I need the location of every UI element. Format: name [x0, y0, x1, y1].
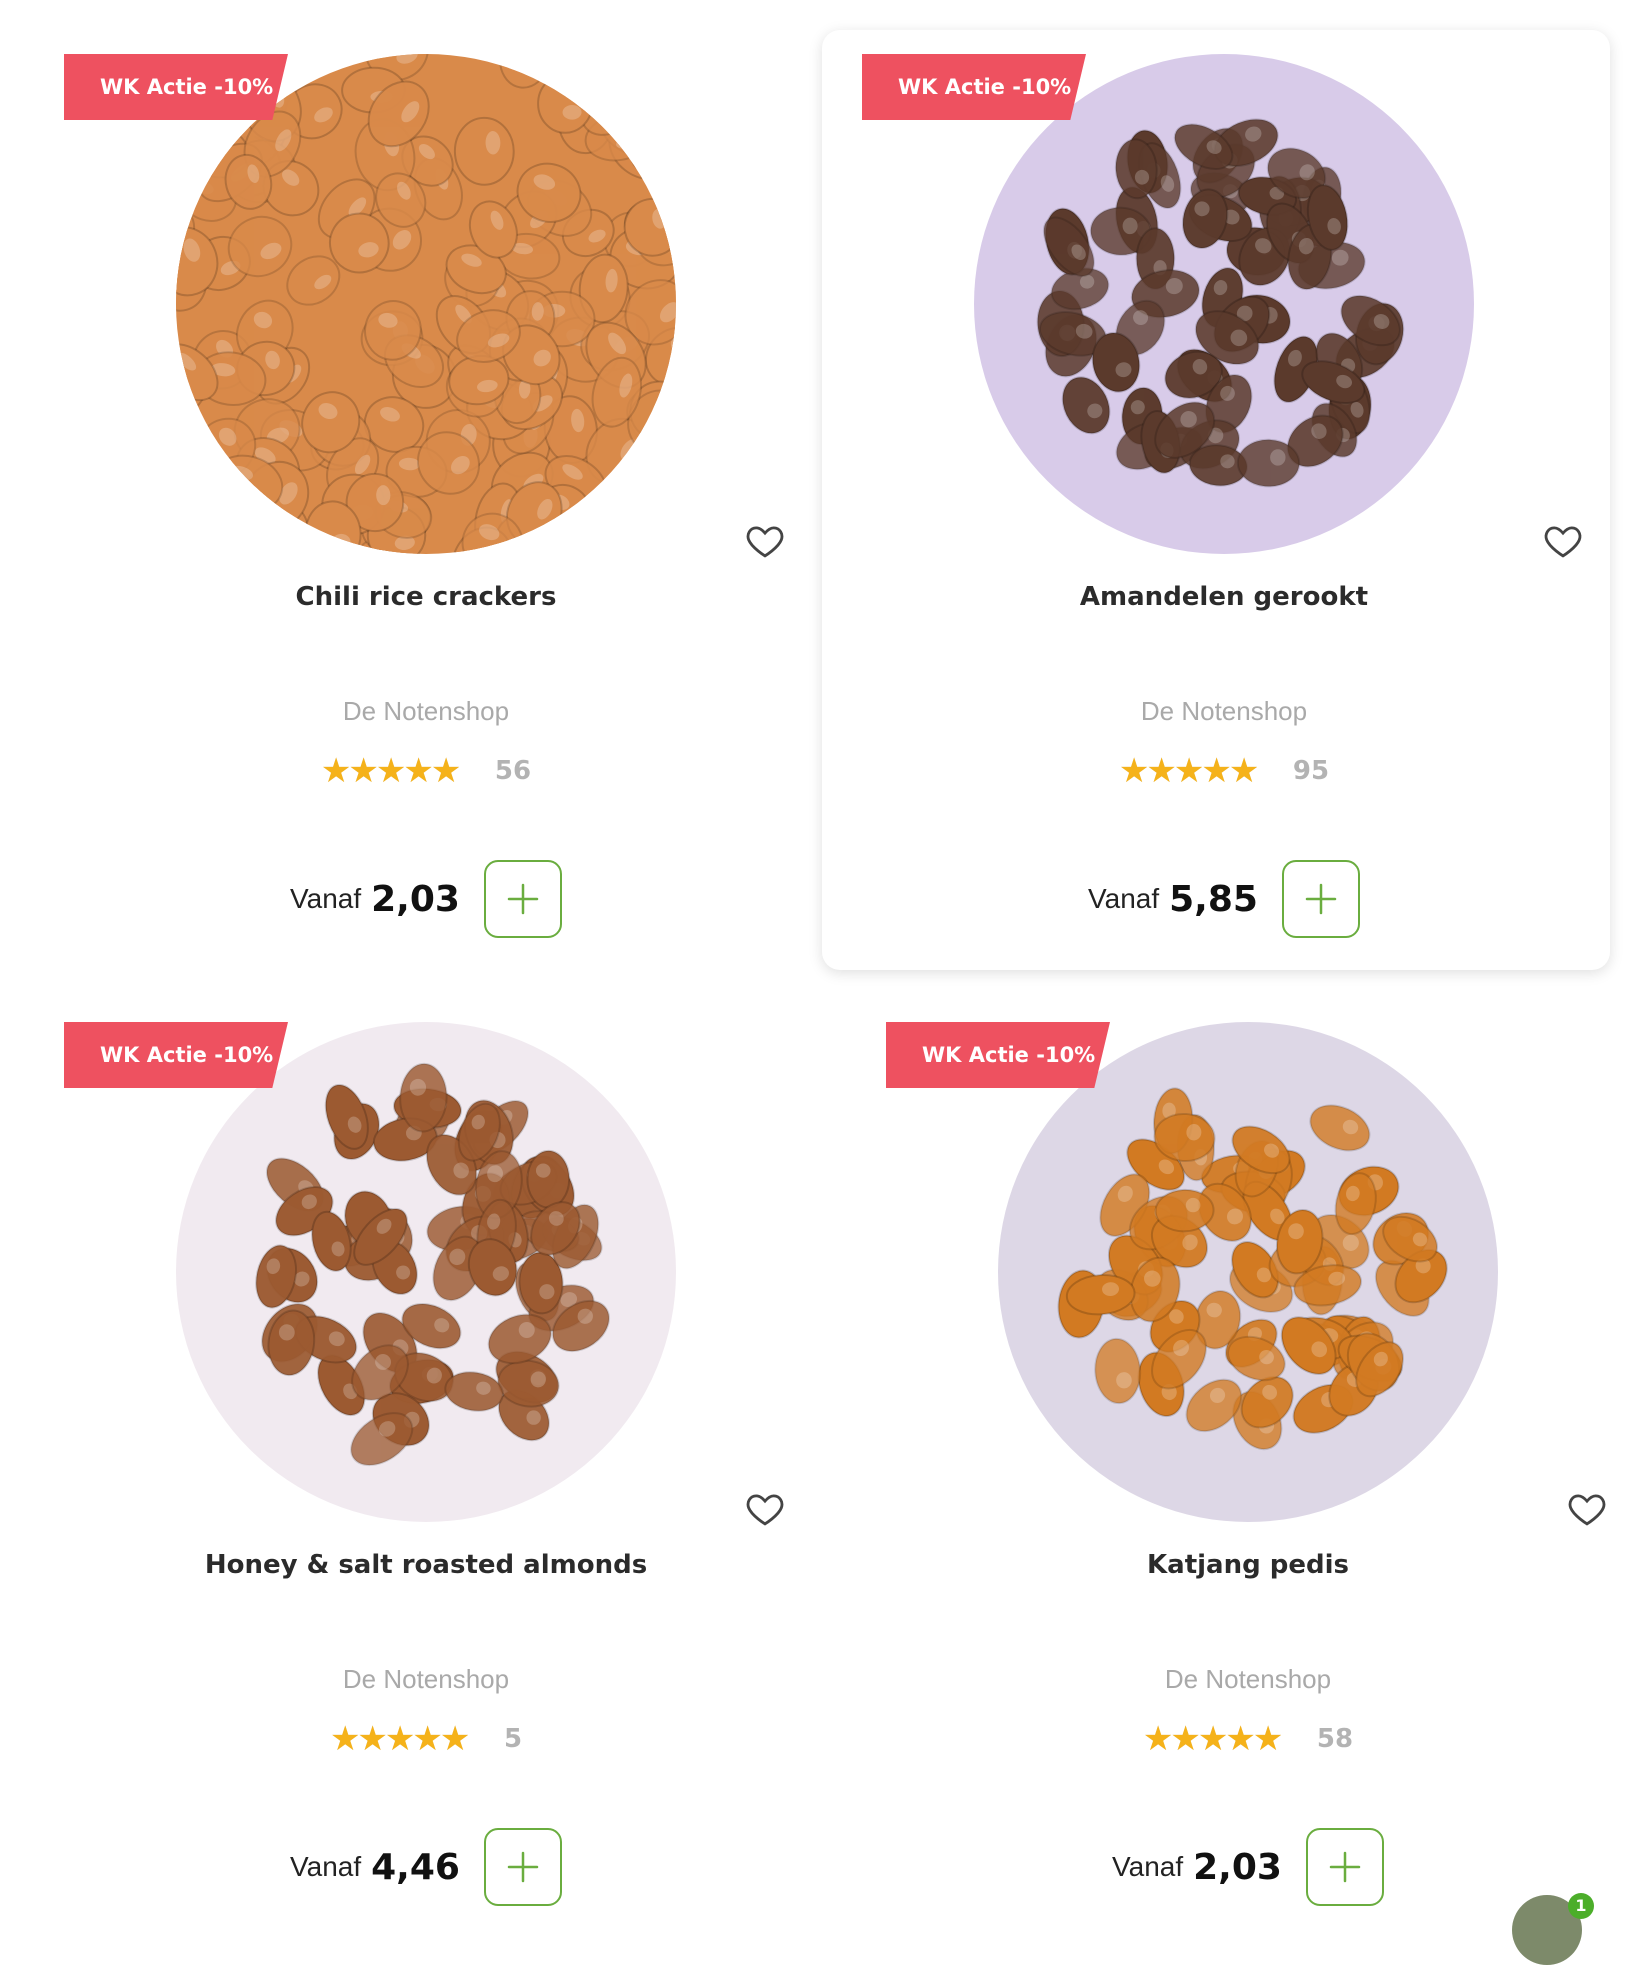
product-title[interactable]: Chili rice crackers: [0, 582, 852, 612]
promo-badge: WK Actie -10%: [862, 54, 1086, 120]
star-rating-icon: ★★★★★ ★★★★★: [329, 1722, 470, 1756]
rating-row: ★★★★★ ★★★★★ 5: [0, 1722, 852, 1756]
smoked-almonds-photo[interactable]: [974, 54, 1474, 554]
product-title[interactable]: Katjang pedis: [822, 1550, 1640, 1580]
price-value: 5,85: [1169, 878, 1258, 920]
honey-salt-almonds-photo[interactable]: [176, 1022, 676, 1522]
price-prefix: Vanaf: [1088, 883, 1160, 914]
product-card[interactable]: WK Actie -10% Amandelen gerookt De Noten…: [822, 30, 1610, 970]
product-card[interactable]: WK Actie -10% Katjang pedis De Notenshop…: [822, 968, 1610, 1908]
price-value: 4,46: [371, 1846, 460, 1888]
rating-row: ★★★★★ ★★★★★ 56: [0, 754, 852, 788]
price-row: Vanaf 4,46: [0, 1828, 852, 1906]
product-brand: De Notenshop: [342, 696, 510, 726]
product-title[interactable]: Amandelen gerookt: [798, 582, 1640, 612]
price-row: Vanaf 2,03: [0, 860, 852, 938]
product-card[interactable]: WK Actie -10% Honey & salt roasted almon…: [0, 968, 788, 1908]
promo-badge: WK Actie -10%: [64, 54, 288, 120]
review-count: 95: [1292, 756, 1330, 786]
review-count: 58: [1316, 1724, 1354, 1754]
price-value: 2,03: [371, 878, 460, 920]
star-rating-icon: ★★★★★ ★★★★★: [1142, 1722, 1283, 1756]
price-row: Vanaf 2,03: [822, 1828, 1640, 1906]
chat-unread-badge: 1: [1568, 1893, 1594, 1919]
price-value: 2,03: [1193, 1846, 1282, 1888]
product-brand: De Notenshop: [1164, 1664, 1332, 1694]
product-card[interactable]: WK Actie -10% Chili rice crackers De Not…: [0, 0, 788, 940]
price-prefix: Vanaf: [290, 1851, 362, 1882]
promo-badge: WK Actie -10%: [64, 1022, 288, 1088]
rating-row: ★★★★★ ★★★★★ 95: [798, 754, 1640, 788]
favorite-heart-icon[interactable]: [1542, 520, 1584, 562]
review-count: 56: [494, 756, 532, 786]
add-to-cart-button[interactable]: [483, 1828, 562, 1906]
rating-row: ★★★★★ ★★★★★ 58: [822, 1722, 1640, 1756]
product-title[interactable]: Honey & salt roasted almonds: [0, 1550, 852, 1580]
product-brand: De Notenshop: [342, 1664, 510, 1694]
price-prefix: Vanaf: [1112, 1851, 1184, 1882]
katjang-pedis-photo[interactable]: [998, 1022, 1498, 1522]
favorite-heart-icon[interactable]: [744, 520, 786, 562]
price-row: Vanaf 5,85: [798, 860, 1640, 938]
add-to-cart-button[interactable]: [1281, 860, 1360, 938]
price-prefix: Vanaf: [290, 883, 362, 914]
add-to-cart-button[interactable]: [483, 860, 562, 938]
star-rating-icon: ★★★★★ ★★★★★: [1118, 754, 1259, 788]
product-brand: De Notenshop: [1140, 696, 1308, 726]
add-to-cart-button[interactable]: [1305, 1828, 1384, 1906]
star-rating-icon: ★★★★★ ★★★★★: [320, 754, 461, 788]
favorite-heart-icon[interactable]: [1566, 1488, 1608, 1530]
review-count: 5: [503, 1724, 523, 1754]
chili-rice-crackers-photo[interactable]: [176, 54, 676, 554]
favorite-heart-icon[interactable]: [744, 1488, 786, 1530]
promo-badge: WK Actie -10%: [886, 1022, 1110, 1088]
